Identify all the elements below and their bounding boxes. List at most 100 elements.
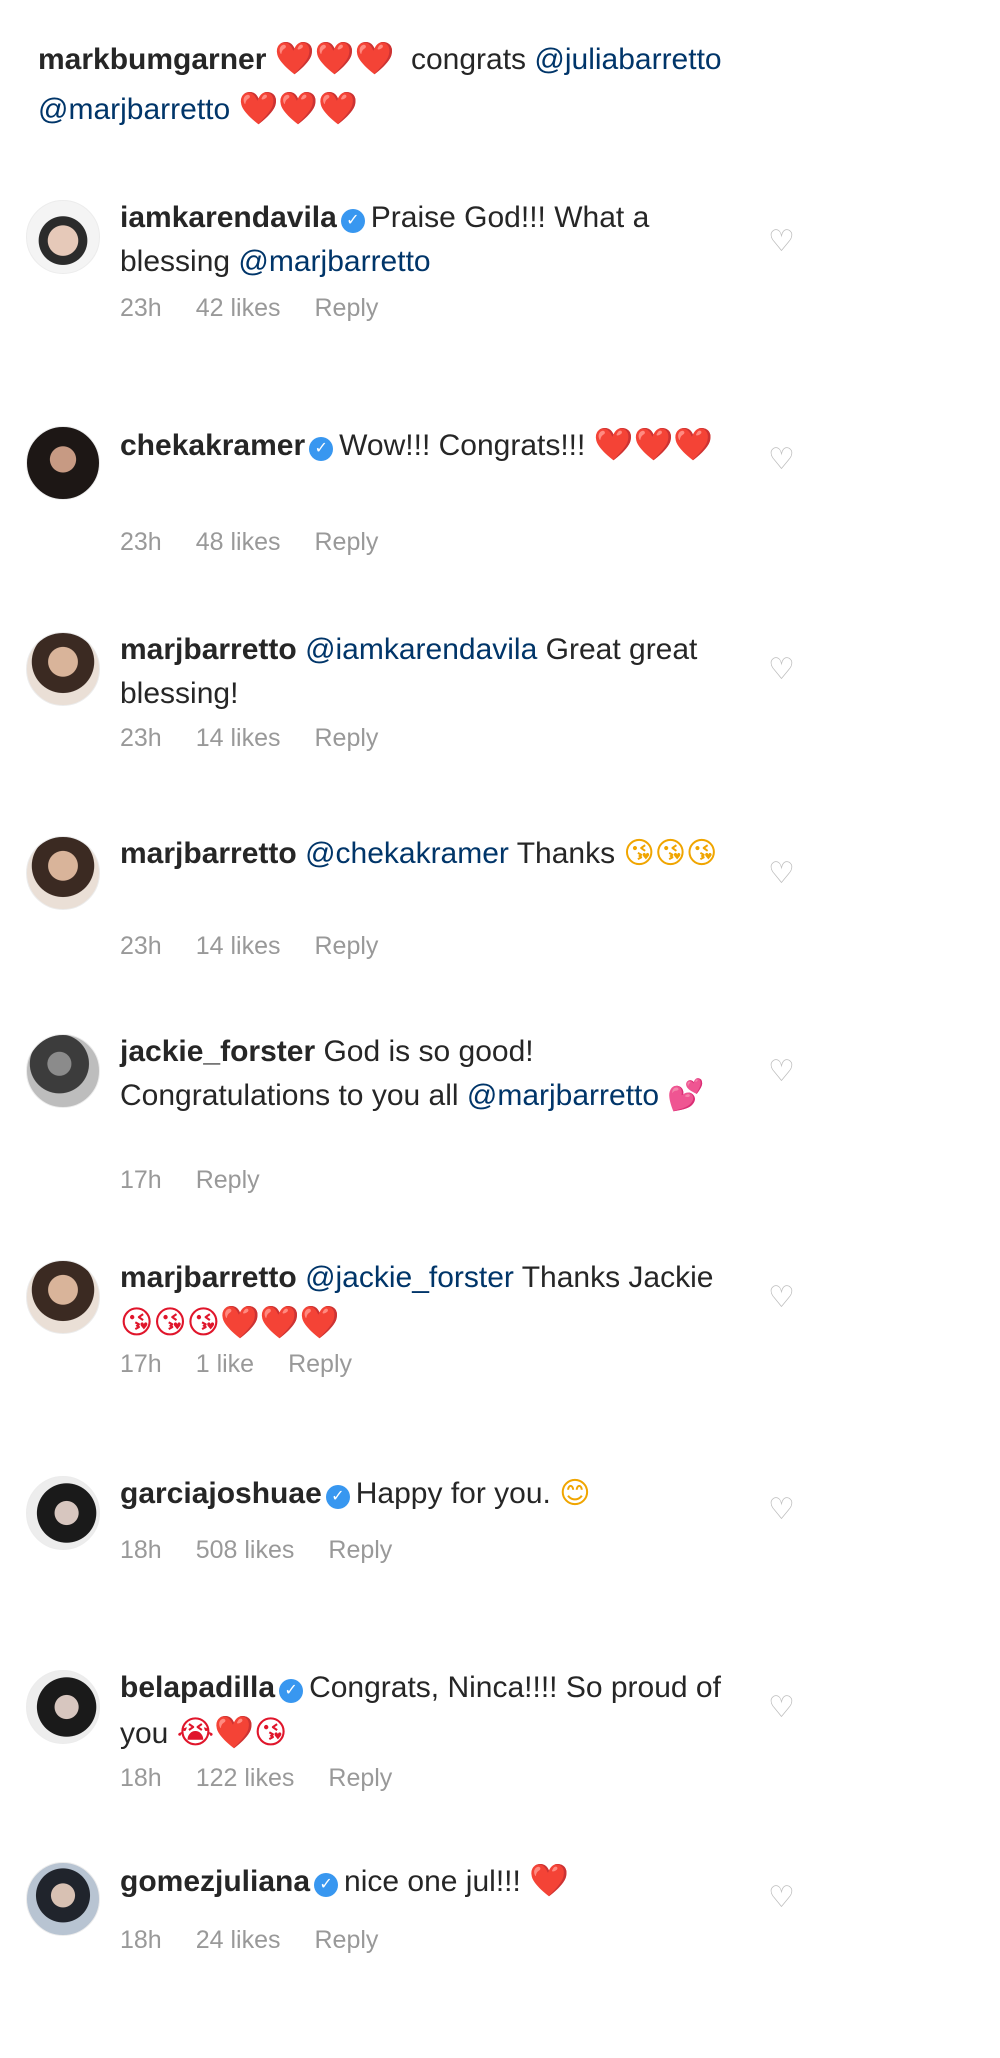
avatar[interactable]: [26, 1260, 100, 1334]
comment-body: marjbarretto @jackie_forster Thanks Jack…: [120, 1256, 730, 1346]
reply-button[interactable]: Reply: [314, 932, 378, 960]
comment-username[interactable]: gomezjuliana: [120, 1865, 310, 1898]
avatar[interactable]: [26, 1476, 100, 1550]
comment-emoji: 😘😘😘: [623, 836, 718, 871]
comment-mention[interactable]: @marjbarretto: [238, 245, 430, 278]
post-caption: markbumgarner ❤️❤️❤️ congrats @juliabarr…: [38, 34, 858, 134]
comment-time: 18h: [120, 1764, 162, 1792]
reply-button[interactable]: Reply: [314, 1926, 378, 1954]
comment-emoji: 😭❤️😘: [176, 1713, 288, 1751]
heart-outline-icon[interactable]: ♡: [768, 1882, 800, 1914]
comment-body: iamkarendavila ✓ Praise God!!! What a bles…: [120, 196, 730, 284]
reply-button[interactable]: Reply: [288, 1350, 352, 1378]
comment-likes[interactable]: 48 likes: [196, 528, 281, 556]
comment-text: Wow!!! Congrats!!!: [339, 429, 586, 462]
comment-meta: 18h 122 likes Reply: [120, 1762, 426, 1794]
comment-time: 23h: [120, 724, 162, 752]
heart-outline-icon[interactable]: ♡: [768, 444, 800, 476]
comment-username[interactable]: marjbarretto: [120, 837, 297, 870]
comment-mention[interactable]: @marjbarretto: [467, 1079, 659, 1112]
verified-badge-icon: ✓: [325, 1485, 350, 1509]
reply-button[interactable]: Reply: [328, 1764, 392, 1792]
heart-outline-icon[interactable]: ♡: [768, 226, 800, 258]
reply-button[interactable]: Reply: [314, 528, 378, 556]
comment-username[interactable]: garciajoshuae: [120, 1477, 322, 1510]
verified-badge-icon: ✓: [340, 209, 365, 233]
comment-likes[interactable]: 1 like: [196, 1350, 254, 1378]
verified-badge-icon: ✓: [314, 1873, 339, 1897]
verified-badge-icon: ✓: [309, 437, 334, 461]
comment-emoji: 😊: [559, 1476, 591, 1511]
reply-button[interactable]: Reply: [328, 1536, 392, 1564]
avatar[interactable]: [26, 200, 100, 274]
comment-likes[interactable]: 14 likes: [196, 932, 281, 960]
comment-emoji: ❤️: [529, 1861, 570, 1899]
avatar[interactable]: [26, 1034, 100, 1108]
comment-username[interactable]: belapadilla: [120, 1671, 275, 1704]
caption-hearts-after: ❤️❤️❤️: [238, 89, 359, 127]
comment-emoji: 😘😘😘❤️❤️❤️: [120, 1303, 340, 1341]
verified-badge-icon: ✓: [279, 1679, 304, 1703]
comment-time: 23h: [120, 528, 162, 556]
comment-emoji: 💕: [667, 1078, 705, 1113]
comment-text: nice one jul!!!: [344, 1865, 521, 1898]
reply-button[interactable]: Reply: [196, 1166, 260, 1194]
comment-body: jackie_forster God is so good! Congratul…: [120, 1030, 730, 1118]
heart-outline-icon[interactable]: ♡: [768, 1056, 800, 1088]
comment-text: Thanks Jackie: [521, 1261, 714, 1294]
comment-time: 23h: [120, 932, 162, 960]
comment-time: 17h: [120, 1350, 162, 1378]
comment-meta: 23h 48 likes Reply: [120, 526, 412, 558]
comment-likes[interactable]: 508 likes: [196, 1536, 295, 1564]
comment-body: belapadilla ✓ Congrats, Ninca!!!! So proud…: [120, 1666, 730, 1756]
comment-body: gomezjuliana ✓ nice one jul!!! ❤️: [120, 1858, 730, 1904]
comment-body: marjbarretto @chekakramer Thanks 😘😘😘: [120, 832, 730, 876]
comment-username[interactable]: iamkarendavila: [120, 201, 337, 234]
heart-outline-icon[interactable]: ♡: [768, 858, 800, 890]
comment-username[interactable]: marjbarretto: [120, 1261, 297, 1294]
avatar[interactable]: [26, 1670, 100, 1744]
comment-text: Happy for you.: [355, 1477, 551, 1510]
comment-likes[interactable]: 24 likes: [196, 1926, 281, 1954]
avatar[interactable]: [26, 426, 100, 500]
comment-time: 18h: [120, 1536, 162, 1564]
comment-time: 17h: [120, 1166, 162, 1194]
comment-likes[interactable]: 14 likes: [196, 724, 281, 752]
comment-meta: 17h 1 like Reply: [120, 1348, 386, 1380]
reply-button[interactable]: Reply: [314, 724, 378, 752]
comment-time: 18h: [120, 1926, 162, 1954]
avatar[interactable]: [26, 836, 100, 910]
caption-hearts-before: ❤️❤️❤️: [274, 39, 395, 77]
comment-mention[interactable]: @jackie_forster: [305, 1261, 514, 1294]
comment-body: garciajoshuae ✓ Happy for you. 😊: [120, 1472, 730, 1516]
comment-meta: 23h 14 likes Reply: [120, 930, 412, 962]
comment-meta: 23h 42 likes Reply: [120, 292, 412, 324]
heart-outline-icon[interactable]: ♡: [768, 1692, 800, 1724]
heart-outline-icon[interactable]: ♡: [768, 1282, 800, 1314]
comment-mention[interactable]: @iamkarendavila: [305, 633, 537, 666]
comment-likes[interactable]: 42 likes: [196, 294, 281, 322]
comment-username[interactable]: jackie_forster: [120, 1035, 315, 1068]
comment-mention[interactable]: @chekakramer: [305, 837, 509, 870]
caption-username[interactable]: markbumgarner: [38, 43, 266, 76]
comment-meta: 18h 508 likes Reply: [120, 1534, 426, 1566]
comment-likes[interactable]: 122 likes: [196, 1764, 295, 1792]
avatar[interactable]: [26, 1862, 100, 1936]
reply-button[interactable]: Reply: [314, 294, 378, 322]
comment-meta: 18h 24 likes Reply: [120, 1924, 412, 1956]
comment-text: Thanks: [516, 837, 616, 870]
caption-mention-1[interactable]: @juliabarretto: [534, 43, 721, 76]
caption-text: congrats: [410, 43, 527, 76]
comment-meta: 23h 14 likes Reply: [120, 722, 412, 754]
comment-emoji: ❤️❤️❤️: [593, 425, 714, 463]
comment-meta: 17h Reply: [120, 1164, 294, 1196]
comment-body: chekakramer ✓ Wow!!! Congrats!!! ❤️❤️❤️: [120, 422, 730, 468]
heart-outline-icon[interactable]: ♡: [768, 654, 800, 686]
avatar[interactable]: [26, 632, 100, 706]
caption-mention-2[interactable]: @marjbarretto: [38, 93, 230, 126]
heart-outline-icon[interactable]: ♡: [768, 1494, 800, 1526]
comment-body: marjbarretto @iamkarendavila Great great…: [120, 628, 730, 716]
comment-username[interactable]: chekakramer: [120, 429, 305, 462]
comment-time: 23h: [120, 294, 162, 322]
comment-username[interactable]: marjbarretto: [120, 633, 297, 666]
